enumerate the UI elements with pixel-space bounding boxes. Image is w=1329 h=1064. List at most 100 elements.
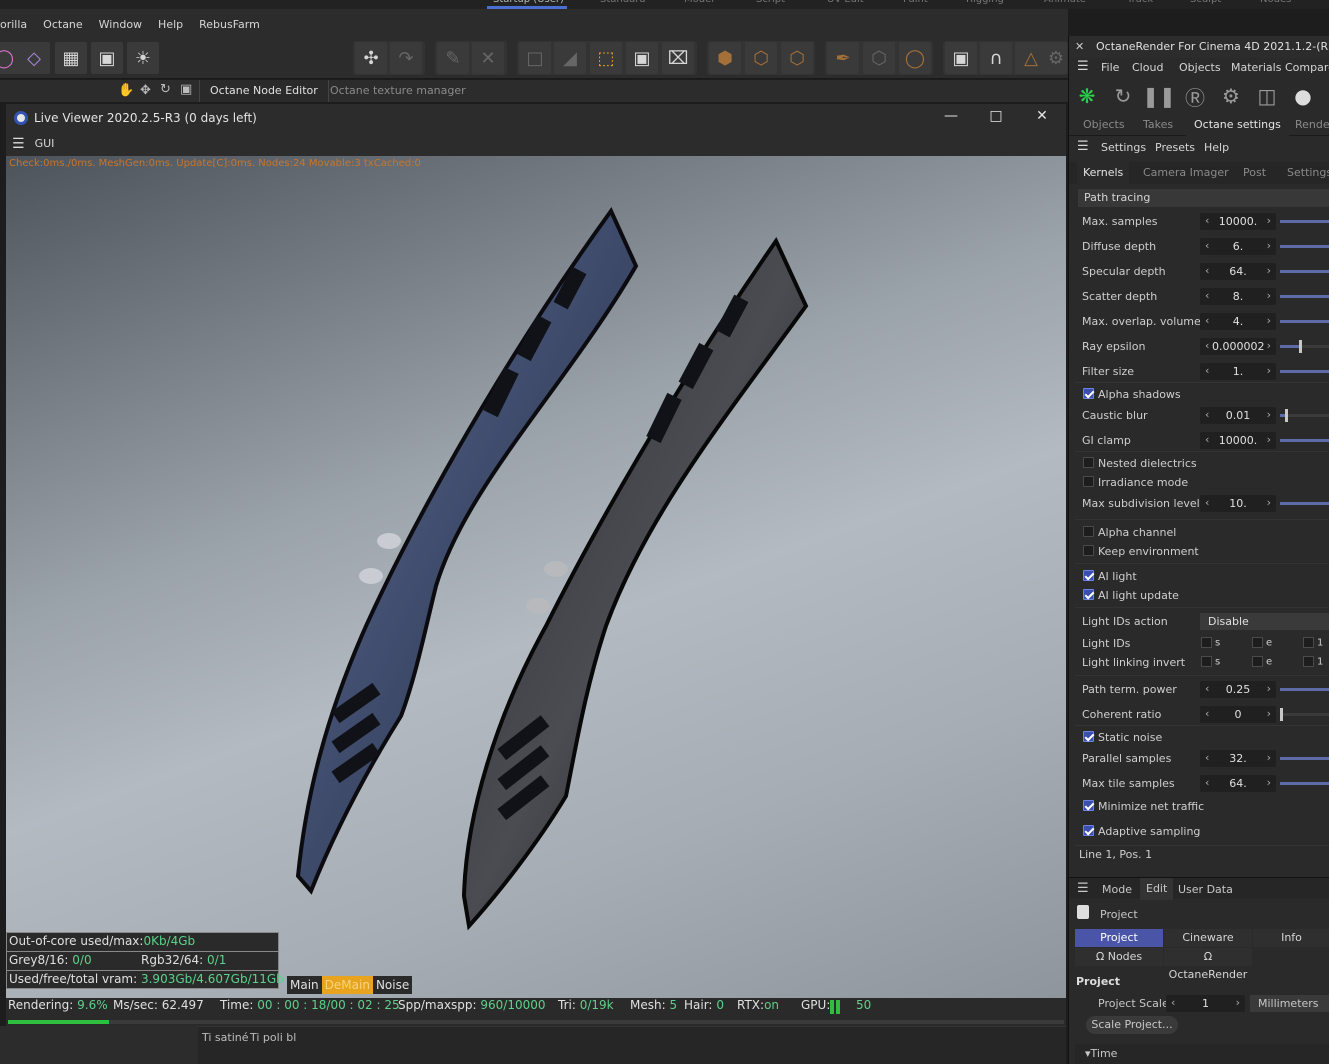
check-ai-light-update[interactable]: AI light update (1069, 586, 1329, 605)
decrement-icon[interactable]: ‹ (1205, 214, 1209, 227)
tab-octane-node-editor[interactable]: Octane Node Editor (199, 80, 329, 102)
coherent-ratio-input[interactable]: ‹ 0 › (1200, 706, 1276, 723)
hand-icon[interactable]: ✋ (118, 83, 134, 98)
decrement-icon[interactable]: ‹ (1205, 364, 1209, 377)
grid-icon[interactable]: ▦ (55, 42, 87, 74)
snap-settings-icon[interactable]: ↷ (390, 42, 422, 74)
light-linking-opt-s[interactable]: s (1201, 656, 1220, 668)
decrement-icon[interactable]: ‹ (1205, 433, 1209, 446)
ai-light-checkbox[interactable] (1083, 570, 1094, 581)
menu-materials[interactable]: Materials (1231, 61, 1281, 74)
max-tile-input[interactable]: ‹ 64. › (1200, 775, 1276, 792)
hamburger-icon[interactable]: ☰ (1077, 59, 1089, 74)
ray-epsilon-input[interactable]: ‹ 0.000002 › (1200, 338, 1276, 355)
deformer-icon[interactable]: ◇ (18, 42, 50, 74)
menu-presets[interactable]: Presets (1155, 141, 1195, 154)
layout-tab-4[interactable]: UV Edit (827, 0, 864, 5)
scatter-depth-slider[interactable] (1280, 295, 1329, 298)
gi-clamp-input[interactable]: ‹ 10000. › (1200, 432, 1276, 449)
decrement-icon[interactable]: ‹ (1205, 496, 1209, 509)
menu-help[interactable]: Help (158, 18, 183, 31)
alpha-channel-checkbox[interactable] (1083, 526, 1094, 537)
layout-tab-9[interactable]: Sculpt (1190, 0, 1221, 5)
increment-icon[interactable]: › (1267, 339, 1271, 352)
parallel-samples-input[interactable]: ‹ 32. › (1200, 750, 1276, 767)
primitive-icon[interactable]: ◯ (0, 42, 20, 74)
channel-main[interactable]: Main (287, 976, 322, 994)
menu-user-data[interactable]: User Data (1178, 883, 1233, 896)
minimize-icon[interactable]: — (936, 108, 966, 128)
decrement-icon[interactable]: ‹ (1205, 682, 1209, 695)
decrement-icon[interactable]: ‹ (1205, 289, 1209, 302)
cross-icon[interactable]: ✕ (472, 42, 504, 74)
increment-icon[interactable]: › (1267, 776, 1271, 789)
check-keep-environment[interactable]: Keep environment (1069, 542, 1329, 561)
menu-cloud[interactable]: Cloud (1132, 61, 1163, 74)
render-region-icon[interactable]: Ⓡ (1181, 82, 1209, 110)
layout-tab-6[interactable]: Rigging (966, 0, 1004, 5)
project-scale-input[interactable]: ‹ 1 › (1166, 995, 1245, 1012)
layout-tab-8[interactable]: Track (1127, 0, 1153, 5)
increment-icon[interactable]: › (1267, 314, 1271, 327)
camera-icon[interactable]: ▣ (91, 42, 123, 74)
tab-nodes[interactable]: Ω Nodes (1075, 948, 1163, 966)
frame-corner-icon[interactable]: ◢ (554, 42, 586, 74)
pause-icon[interactable]: ❚❚ (1142, 82, 1176, 110)
check-nested-dielectrics[interactable]: Nested dielectrics (1069, 454, 1329, 473)
slider-knob[interactable] (1299, 340, 1302, 353)
tab-project[interactable]: Project (1075, 929, 1163, 947)
layout-tab-7[interactable]: Animate (1044, 0, 1086, 5)
menu-settings[interactable]: Settings (1101, 141, 1146, 154)
max-subdiv-input[interactable]: ‹ 10. › (1200, 495, 1276, 512)
menu-objects[interactable]: Objects (1179, 61, 1221, 74)
menu-edit[interactable]: Edit (1140, 878, 1174, 900)
layout-tab-0[interactable]: Startup (User) (493, 0, 564, 5)
scatter-depth-input[interactable]: ‹ 8. › (1200, 288, 1276, 305)
decrement-icon[interactable]: ‹ (1205, 707, 1209, 720)
deselect-icon[interactable]: ⌧ (662, 42, 694, 74)
gi-clamp-slider[interactable] (1280, 439, 1329, 442)
ai-light-update-checkbox[interactable] (1083, 589, 1094, 600)
decrement-icon[interactable]: ‹ (1205, 314, 1209, 327)
max-overlap-input[interactable]: ‹ 4. › (1200, 313, 1276, 330)
menu-orilla[interactable]: orilla (0, 18, 27, 31)
static-noise-checkbox[interactable] (1083, 731, 1094, 742)
increment-icon[interactable]: › (1267, 707, 1271, 720)
increment-icon[interactable]: › (1267, 289, 1271, 302)
menu-file[interactable]: File (1101, 61, 1119, 74)
specular-depth-slider[interactable] (1280, 270, 1329, 273)
coherent-ratio-slider[interactable] (1280, 708, 1329, 721)
nested-dielectrics-checkbox[interactable] (1083, 457, 1094, 468)
max-subdiv-slider[interactable] (1280, 502, 1329, 505)
increment-icon[interactable]: › (1267, 751, 1271, 764)
material-ti-satine[interactable]: Ti satiné (202, 1031, 249, 1044)
menu-rebusfarm[interactable]: RebusFarm (199, 18, 260, 31)
tab-post[interactable]: Post (1243, 162, 1266, 184)
increment-icon[interactable]: › (1267, 433, 1271, 446)
pen-icon[interactable]: ✎ (437, 42, 469, 74)
frame-icon[interactable]: □ (519, 42, 551, 74)
increment-icon[interactable]: › (1267, 239, 1271, 252)
diffuse-depth-slider[interactable] (1280, 245, 1329, 248)
tab-settings[interactable]: Settings (1287, 162, 1329, 184)
close-panel-icon[interactable]: ✕ (1075, 36, 1084, 58)
close-icon[interactable]: ✕ (1027, 108, 1057, 128)
tab-objects[interactable]: Objects (1083, 114, 1125, 136)
channel-noise[interactable]: Noise (372, 976, 413, 994)
max-samples-slider[interactable] (1280, 220, 1329, 223)
decrement-icon[interactable]: ‹ (1205, 339, 1209, 352)
snap-icon[interactable]: ✣ (355, 42, 387, 74)
rotate-icon[interactable]: ↻ (160, 82, 171, 97)
decrement-icon[interactable]: ‹ (1205, 408, 1209, 421)
menu-window[interactable]: Window (99, 18, 142, 31)
channel-demain[interactable]: DeMain (321, 976, 373, 994)
marquee-select-icon[interactable]: ⬚ (590, 42, 622, 74)
menu-help[interactable]: Help (1204, 141, 1229, 154)
slider-knob[interactable] (1280, 708, 1283, 721)
keep-environment-checkbox[interactable] (1083, 545, 1094, 556)
alpha-shadows-checkbox[interactable] (1083, 388, 1094, 399)
light-icon[interactable]: ☀ (127, 42, 159, 74)
octane-logo-icon[interactable]: ❋ (1073, 82, 1101, 110)
layout-tab-10[interactable]: Nodes (1260, 0, 1291, 5)
slider-knob[interactable] (1285, 409, 1288, 422)
